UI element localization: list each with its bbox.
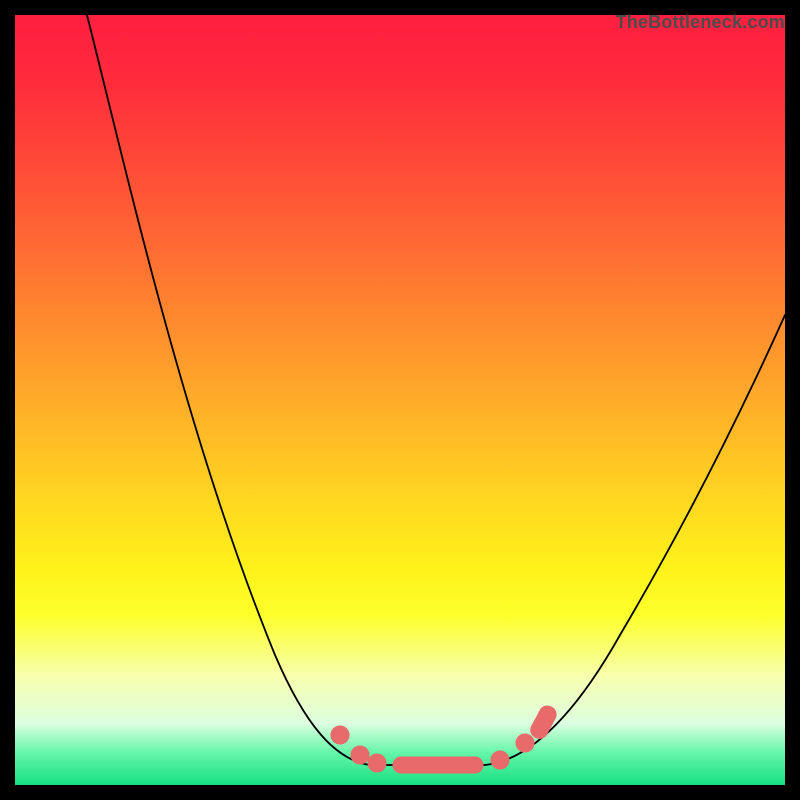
curve-left [87,15,370,765]
chart-svg [15,15,785,785]
plot-area [15,15,785,785]
marker-5 [516,734,534,752]
valley-bar [393,757,483,773]
marker-6 [528,703,559,741]
marker-3 [368,754,386,772]
attribution-text: TheBottleneck.com [616,12,785,33]
marker-1 [331,726,349,744]
marker-4 [491,751,509,769]
chart-frame: TheBottleneck.com [0,0,800,800]
marker-2 [351,746,369,764]
curve-right [485,315,785,765]
